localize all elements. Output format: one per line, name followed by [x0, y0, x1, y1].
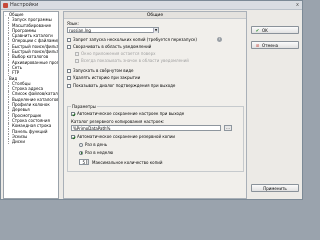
option-checkbox[interactable]	[67, 75, 71, 80]
tree-item-label: Просмотрщик	[12, 112, 42, 118]
check-icon: ✔	[255, 28, 260, 34]
backup-weekly-label: Раз в неделю	[85, 150, 114, 155]
parameters-group: Параметры Автоматическое сохранение наст…	[67, 104, 244, 172]
tree-item-label: Архивированные программы	[12, 59, 59, 65]
option-label: Всегда показывать значок в области уведо…	[81, 58, 189, 63]
apply-button-label: Применить	[263, 186, 287, 191]
tree-item-label: Сравнить каталоги	[12, 33, 53, 39]
language-label: Язык:	[67, 21, 79, 26]
tree-item-label: Панель функций	[12, 128, 48, 134]
tree-item-label: Масштабирование	[12, 22, 52, 28]
tree-item-label: FTP	[12, 70, 20, 76]
tree-item-label: Общие	[9, 12, 24, 17]
tree-item[interactable]: Диски	[4, 139, 58, 145]
parameters-group-title: Параметры	[71, 104, 97, 109]
settings-window: Настройки x - Общие Запуск программы Масшта…	[0, 0, 303, 200]
window-close-button[interactable]: x	[296, 2, 299, 9]
option-checkbox	[75, 51, 79, 56]
title-bar: Настройки x	[1, 1, 302, 10]
backup-weekly-option[interactable]: Раз в неделю	[79, 150, 159, 156]
general-option[interactable]: Удалять историю при закрытии	[67, 75, 242, 81]
ok-button-label: OK	[262, 28, 268, 33]
tree-item-label: Деревья	[12, 107, 30, 113]
backup-folder-input[interactable]: %PrimoDataPath%	[71, 125, 221, 131]
spinner-arrows-icon[interactable]	[85, 160, 88, 164]
tree-item-label: Строка адреса	[12, 86, 44, 92]
tree-item-label: Программы	[12, 27, 37, 33]
autosave-option[interactable]: Автоматическое сохранение настроек при в…	[71, 111, 241, 117]
backup-daily-option[interactable]: Раз в день	[79, 142, 159, 148]
tree-item-label: Профили колонок	[12, 102, 50, 108]
cancel-icon: ⊘	[255, 43, 260, 49]
general-option[interactable]: Запрет запуска нескольких копий (требует…	[67, 37, 242, 43]
option-checkbox[interactable]	[67, 37, 71, 42]
settings-category-tree[interactable]: - Общие Запуск программы Масштабирование Про…	[3, 11, 59, 199]
settings-panel: Общие Язык: russian.lng ▼ Запрет запуска…	[63, 11, 247, 199]
option-checkbox[interactable]	[67, 68, 71, 73]
backup-weekly-radio[interactable]	[79, 150, 83, 155]
auto-backup-label: Автоматическое сохранение резервной копи…	[77, 134, 176, 139]
tree-item-label: Запуск программы	[12, 17, 52, 23]
app-icon	[3, 3, 8, 8]
apply-button[interactable]: Применить	[251, 184, 299, 192]
tree-item-label: Операции с файлами/каталогами	[12, 38, 59, 44]
tree-item-label: Эскизы	[12, 133, 28, 139]
language-value: russian.lng	[69, 28, 91, 33]
tree-item-label: Выбор каталогов	[12, 54, 49, 60]
tree-item-label: Выделение каталогов	[12, 96, 59, 102]
general-option[interactable]: Показывать диалог подтверждения при выхо…	[67, 83, 242, 89]
max-copies-label: Максимальное количество копий	[92, 159, 163, 165]
option-checkbox	[75, 58, 79, 63]
auto-backup-checkbox[interactable]	[71, 134, 75, 139]
browse-button[interactable]: ...	[224, 125, 232, 131]
chevron-down-icon: ▼	[153, 28, 158, 33]
tree-item-label: Диски	[12, 139, 25, 145]
tree-item-label: Сеть	[12, 64, 22, 70]
option-label: Удалять историю при закрытии	[73, 75, 141, 80]
tree-item-label: Командная строка	[12, 123, 52, 129]
info-icon[interactable]: i	[217, 37, 222, 42]
backup-daily-label: Раз в день	[85, 142, 108, 147]
backup-daily-radio[interactable]	[79, 142, 83, 147]
autosave-label: Автоматическое сохранение настроек при в…	[77, 111, 185, 116]
tree-item-label: Быстрый поиск/фильтр/отбор	[12, 49, 59, 55]
panel-header: Общие	[64, 12, 246, 19]
backup-folder-label: Каталог резервного копирования настроек:	[71, 119, 165, 124]
tree-item-label: Строка состояния	[12, 117, 50, 123]
tree-item-label: Столбцы	[12, 80, 31, 86]
backup-folder-value: %PrimoDataPath%	[73, 126, 111, 131]
tree-item-label: Быстрый поиск/фильтр	[12, 43, 59, 49]
general-option[interactable]: Запускать в свёрнутом виде	[67, 68, 242, 74]
cancel-button-label: Отмена	[262, 43, 279, 48]
option-checkbox[interactable]	[67, 83, 71, 88]
window-title: Настройки	[10, 2, 39, 8]
tree-item-label: Вид	[9, 75, 18, 81]
option-label: Окно приложения остается поверх	[81, 51, 156, 56]
option-label: Сворачивать в область уведомлений	[73, 44, 152, 49]
general-option[interactable]: Всегда показывать значок в области уведо…	[75, 58, 250, 64]
tree-item-label: Список файлов/каталогов	[12, 91, 58, 97]
general-option[interactable]: Сворачивать в область уведомлений	[67, 44, 242, 50]
option-label: Запускать в свёрнутом виде	[73, 68, 134, 73]
autosave-checkbox[interactable]	[71, 111, 75, 116]
option-label: Показывать диалог подтверждения при выхо…	[73, 83, 176, 88]
option-checkbox[interactable]	[67, 44, 71, 49]
auto-backup-option[interactable]: Автоматическое сохранение резервной копи…	[71, 134, 241, 140]
max-copies-spinner[interactable]: 5	[79, 159, 89, 165]
ok-button[interactable]: ✔ OK	[251, 26, 299, 34]
language-select[interactable]: russian.lng ▼	[67, 27, 159, 33]
general-option[interactable]: Окно приложения остается поверх	[75, 51, 250, 57]
cancel-button[interactable]: ⊘ Отмена	[251, 41, 299, 49]
option-label: Запрет запуска нескольких копий (требует…	[73, 37, 197, 42]
